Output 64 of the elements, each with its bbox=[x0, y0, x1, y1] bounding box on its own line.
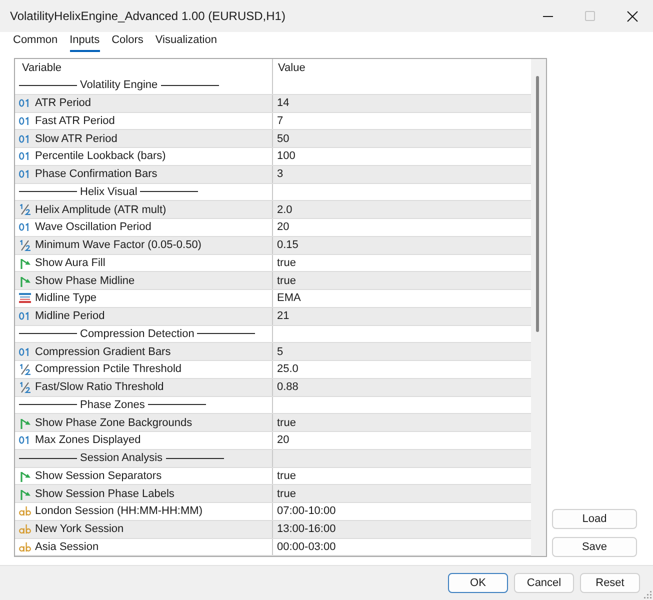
variable-name: Midline Type bbox=[35, 292, 97, 304]
variable-name: Slow ATR Period bbox=[35, 132, 118, 145]
branch-arrow-icon bbox=[19, 416, 31, 429]
variable-name: Minimum Wave Factor (0.05-0.50) bbox=[35, 239, 202, 252]
variable-name: Compression Pctile Threshold bbox=[35, 363, 182, 376]
fraction-icon bbox=[19, 382, 31, 393]
tab[interactable]: Colors bbox=[112, 32, 144, 52]
fraction-icon bbox=[19, 364, 31, 375]
dialog-button[interactable]: Cancel bbox=[514, 573, 574, 593]
load-button[interactable]: Load bbox=[552, 509, 637, 529]
close-icon[interactable] bbox=[626, 10, 638, 22]
number-type-icon bbox=[19, 152, 31, 160]
branch-arrow-icon bbox=[19, 256, 31, 269]
text-type-icon bbox=[19, 524, 31, 534]
number-type-icon bbox=[19, 170, 31, 178]
variable-name: Compression Gradient Bars bbox=[35, 346, 171, 358]
list-icon bbox=[19, 293, 31, 304]
section-title: Helix Visual bbox=[79, 186, 138, 198]
number-type-icon bbox=[19, 116, 31, 125]
fraction-icon bbox=[19, 204, 31, 216]
variable-name: London Session (HH:MM-HH:MM) bbox=[35, 505, 202, 518]
branch-arrow-icon bbox=[19, 488, 31, 500]
variable-name: Fast/Slow Ratio Threshold bbox=[35, 381, 164, 394]
column-header: Variable bbox=[21, 61, 63, 76]
tab[interactable]: Inputs bbox=[70, 32, 100, 52]
text-type-icon bbox=[19, 506, 31, 516]
fraction-icon bbox=[19, 240, 31, 251]
variable-name: Fast ATR Period bbox=[35, 114, 115, 127]
variable-name: Percentile Lookback (bars) bbox=[35, 150, 166, 162]
section-title: Session Analysis bbox=[79, 452, 164, 464]
number-type-icon bbox=[19, 134, 31, 143]
section-title: Phase Zones bbox=[79, 398, 146, 411]
variable-name: Show Session Separators bbox=[35, 470, 162, 482]
window-title: VolatilityHelixEngine_Advanced 1.00 (EURUSD,H1) bbox=[9, 9, 286, 23]
variable-name: Show Aura Fill bbox=[35, 256, 106, 269]
variable-name: Wave Oscillation Period bbox=[35, 221, 152, 234]
branch-arrow-icon bbox=[19, 274, 31, 287]
variable-name: Show Session Phase Labels bbox=[35, 488, 174, 500]
variable-name: ATR Period bbox=[35, 97, 92, 110]
number-type-icon bbox=[19, 312, 31, 320]
number-type-icon bbox=[19, 348, 31, 356]
variable-name: Max Zones Displayed bbox=[35, 434, 141, 446]
tab[interactable]: Visualization bbox=[155, 32, 217, 52]
save-button[interactable]: Save bbox=[552, 537, 637, 557]
variable-name: Show Phase Midline bbox=[35, 274, 135, 287]
variable-name: Helix Amplitude (ATR mult) bbox=[35, 204, 166, 216]
section-title: Compression Detection bbox=[79, 328, 196, 340]
variable-name: Show Phase Zone Backgrounds bbox=[35, 416, 192, 429]
variable-name: Phase Confirmation Bars bbox=[35, 168, 158, 180]
branch-arrow-icon bbox=[19, 470, 31, 482]
variable-name: Midline Period bbox=[35, 310, 105, 322]
number-type-icon bbox=[19, 99, 31, 108]
section-title: Volatility Engine bbox=[79, 79, 159, 92]
dialog-button[interactable]: OK bbox=[448, 573, 508, 593]
scrollbar-thumb[interactable] bbox=[536, 76, 539, 332]
tab[interactable]: Common bbox=[13, 32, 58, 52]
resize-grip-icon[interactable] bbox=[643, 590, 652, 599]
variable-name: New York Session bbox=[35, 523, 124, 536]
scrollbar-track[interactable] bbox=[531, 59, 546, 556]
number-type-icon bbox=[19, 223, 31, 232]
text-type-icon bbox=[19, 542, 31, 552]
variable-name: Asia Session bbox=[35, 540, 99, 553]
number-type-icon bbox=[19, 436, 31, 444]
dialog-button[interactable]: Reset bbox=[580, 573, 640, 593]
